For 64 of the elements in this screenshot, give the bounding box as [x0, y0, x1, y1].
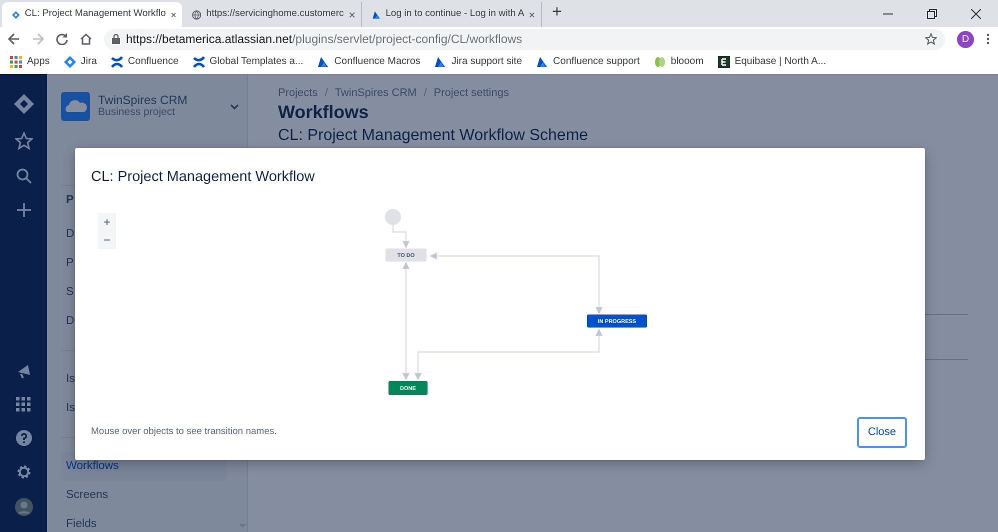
bookmark-link[interactable]: Global Templates a... [192, 54, 304, 69]
sprout-icon [654, 56, 666, 68]
scheme-title: CL: Project Management Workflow Scheme [278, 127, 590, 146]
megaphone-icon[interactable] [16, 363, 32, 379]
home-icon[interactable] [80, 33, 92, 45]
breadcrumb-separator: / [424, 86, 427, 101]
bookmark-link[interactable]: blooom [654, 54, 704, 69]
close-icon[interactable] [348, 10, 355, 18]
breadcrumb-separator: / [324, 86, 328, 101]
bookmark-link[interactable]: Confluence support [536, 54, 640, 69]
app-switcher-icon[interactable] [16, 397, 31, 412]
reload-icon[interactable] [56, 33, 68, 45]
more-menu-icon[interactable] [986, 33, 990, 45]
new-tab-button[interactable]: + [552, 0, 562, 27]
browser-tab[interactable]: https://servicinghome.customerc [182, 2, 362, 27]
close-icon[interactable] [529, 10, 535, 18]
diamond-icon [12, 8, 20, 20]
bookmark-link[interactable]: Equibase | North A... [718, 54, 826, 69]
tab-title: https://servicinghome.customerc [206, 7, 344, 22]
start-node[interactable] [385, 209, 401, 225]
profile-avatar[interactable]: D [957, 30, 974, 48]
triangle-icon [434, 56, 446, 68]
chevron-down-icon[interactable] [230, 104, 239, 110]
cross-icon [192, 56, 205, 68]
apps-grid-icon [10, 56, 22, 68]
help-icon[interactable] [16, 430, 32, 446]
diamond-logo-icon[interactable] [14, 94, 34, 114]
lock-icon [112, 34, 120, 44]
page-title: Workflows [278, 102, 370, 124]
address-bar[interactable]: https://betamerica.atlassian.net/plugins/servlet/project-config/CL/workflows [104, 28, 945, 50]
browser-tab[interactable]: CL: Project Management Workflo [2, 2, 182, 27]
triangle-icon [317, 56, 330, 68]
triangle-icon [536, 56, 548, 68]
project-type: Business project [98, 107, 176, 119]
zoom-in-button[interactable]: + [98, 213, 116, 231]
bookmark-link[interactable]: Confluence [110, 54, 179, 69]
bookmark-link[interactable]: Jira support site [434, 54, 522, 69]
star-icon[interactable] [925, 33, 937, 45]
cloud-avatar-icon [61, 92, 90, 121]
bookmark-link[interactable]: Jira [64, 54, 97, 69]
restore-icon[interactable] [927, 8, 937, 18]
browser-tab[interactable]: Log in to continue - Log in with A [362, 2, 542, 27]
square-logo-icon [718, 56, 730, 68]
tab-title: CL: Project Management Workflo [24, 7, 166, 22]
dialog-title: CL: Project Management Workflow [90, 168, 316, 187]
plus-icon[interactable] [16, 202, 32, 218]
zoom-out-button[interactable]: − [98, 231, 116, 249]
cross-icon [110, 56, 123, 68]
bookmark-link[interactable]: Confluence Macros [317, 54, 420, 69]
back-arrow-icon[interactable] [8, 33, 20, 45]
close-button[interactable]: Close [856, 417, 907, 448]
globe-icon [192, 8, 202, 20]
user-avatar[interactable] [14, 498, 32, 516]
close-icon[interactable] [971, 8, 981, 18]
section-heading: P [65, 192, 74, 208]
bookmark-link[interactable]: Apps [10, 54, 50, 69]
project-name: TwinSpires CRM [98, 94, 188, 108]
tab-title: Log in to continue - Log in with A [386, 7, 524, 22]
diamond-icon [64, 56, 76, 68]
settings-icon[interactable] [16, 464, 32, 480]
url-text: https://betamerica.atlassian.net/plugins/servlet/project-config/CL/workflows [126, 31, 522, 48]
hint-text: Mouse over objects to see transition names. [91, 425, 277, 440]
close-icon[interactable] [170, 10, 176, 18]
search-icon[interactable] [16, 168, 32, 184]
